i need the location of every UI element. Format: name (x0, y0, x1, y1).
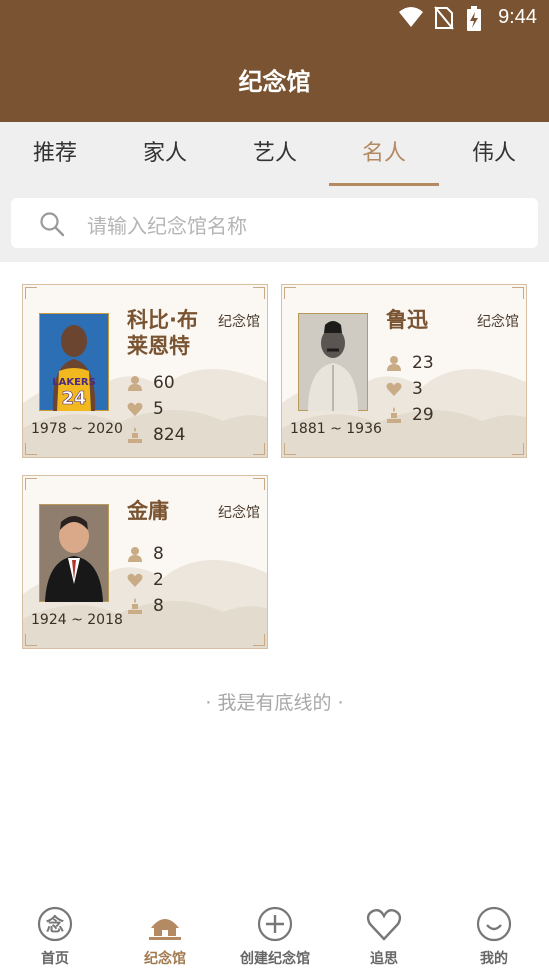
corner-ornament (253, 478, 265, 490)
like-count-value: 2 (153, 570, 164, 590)
page-title: 纪念馆 (238, 68, 311, 96)
search-input[interactable]: 请输入纪念馆名称 (11, 198, 538, 248)
memorial-tag: 纪念馆 (477, 314, 519, 330)
nav-memorial-hall-label: 纪念馆 (144, 951, 186, 967)
nav-remembrance[interactable]: 追思 (329, 900, 439, 976)
offering-count-value: 8 (153, 596, 164, 616)
visitor-count-value: 60 (153, 373, 175, 393)
corner-ornament (284, 443, 296, 455)
corner-ornament (512, 443, 524, 455)
tab-celebrities-label: 名人 (361, 141, 406, 166)
corner-ornament (512, 287, 524, 299)
corner-ornament (25, 478, 37, 490)
corner-ornament (25, 287, 37, 299)
tab-celebrities[interactable]: 名人 (329, 122, 439, 188)
svg-text:念: 念 (46, 914, 64, 936)
visitor-count-value: 23 (412, 353, 434, 373)
heart-icon (127, 573, 143, 587)
memorial-card[interactable]: LAKERS 24 科比·布莱恩特 纪念馆 60 5 824 1978 ~ 20… (22, 284, 268, 458)
nian-icon: 念 (37, 906, 73, 942)
tab-great-people[interactable]: 伟人 (439, 122, 549, 188)
life-dates: 1978 ~ 2020 (31, 421, 123, 437)
wifi-icon (398, 6, 424, 32)
offering-count-value: 824 (153, 425, 186, 445)
person-icon (387, 356, 401, 371)
tab-family[interactable]: 家人 (110, 122, 220, 188)
memorial-card[interactable]: 金庸 纪念馆 8 2 8 1924 ~ 2018 (22, 475, 268, 649)
like-count-value: 3 (412, 379, 423, 399)
tab-recommend[interactable]: 推荐 (0, 122, 110, 188)
candle-icon (387, 407, 401, 423)
corner-ornament (284, 287, 296, 299)
life-dates: 1924 ~ 2018 (31, 612, 123, 628)
category-tabs: 推荐 家人 艺人 名人 伟人 (0, 122, 549, 188)
corner-ornament (253, 443, 265, 455)
heart-icon (386, 382, 402, 396)
life-dates: 1881 ~ 1936 (290, 421, 382, 437)
tab-artists[interactable]: 艺人 (220, 122, 330, 188)
status-bar: 9:44 (0, 0, 549, 36)
heart-icon (127, 402, 143, 416)
portrait-photo: LAKERS 24 (38, 312, 110, 412)
plus-circle-icon (257, 906, 293, 942)
svg-text:24: 24 (61, 388, 86, 409)
hall-icon (149, 919, 181, 940)
nav-profile-label: 我的 (480, 951, 508, 967)
person-icon (128, 376, 142, 391)
memorial-name: 鲁迅 (386, 308, 428, 332)
corner-ornament (25, 634, 37, 646)
smile-icon (476, 906, 512, 942)
candle-icon (128, 598, 142, 614)
end-of-list-note: · 我是有底线的 · (205, 692, 344, 714)
nav-create-memorial-label: 创建纪念馆 (240, 951, 310, 967)
no-sim-icon (434, 6, 454, 34)
status-time: 9:44 (498, 6, 537, 28)
memorial-tag: 纪念馆 (218, 314, 260, 330)
candle-icon (128, 427, 142, 443)
offering-count-value: 29 (412, 405, 434, 425)
portrait-photo (297, 312, 369, 412)
nav-home[interactable]: 念 首页 (0, 900, 110, 976)
battery-charging-icon (466, 6, 482, 36)
active-tab-indicator (329, 183, 439, 186)
nav-memorial-hall[interactable]: 纪念馆 (110, 900, 220, 976)
svg-text:LAKERS: LAKERS (52, 377, 96, 388)
search-bar-container: 请输入纪念馆名称 (0, 188, 549, 262)
person-icon (128, 547, 142, 562)
memorial-card[interactable]: 鲁迅 纪念馆 23 3 29 1881 ~ 1936 (281, 284, 527, 458)
bottom-navigation: 念 首页 纪念馆 创建纪念馆 追思 我的 (0, 900, 549, 976)
memorial-name: 金庸 (127, 499, 169, 523)
visitor-count-value: 8 (153, 544, 164, 564)
memorial-name: 科比·布莱恩特 (127, 308, 198, 358)
portrait-photo (38, 503, 110, 603)
memorial-tag: 纪念馆 (218, 505, 260, 521)
nav-profile[interactable]: 我的 (439, 900, 549, 976)
search-icon (39, 211, 65, 241)
like-count-value: 5 (153, 399, 164, 419)
nav-create-memorial[interactable]: 创建纪念馆 (220, 900, 330, 976)
search-placeholder: 请输入纪念馆名称 (87, 214, 247, 238)
nav-home-label: 首页 (41, 951, 69, 967)
corner-ornament (25, 443, 37, 455)
heart-icon (366, 908, 402, 941)
corner-ornament (253, 287, 265, 299)
nav-remembrance-label: 追思 (370, 951, 398, 967)
app-header: 9:44 纪念馆 (0, 0, 549, 122)
corner-ornament (253, 634, 265, 646)
